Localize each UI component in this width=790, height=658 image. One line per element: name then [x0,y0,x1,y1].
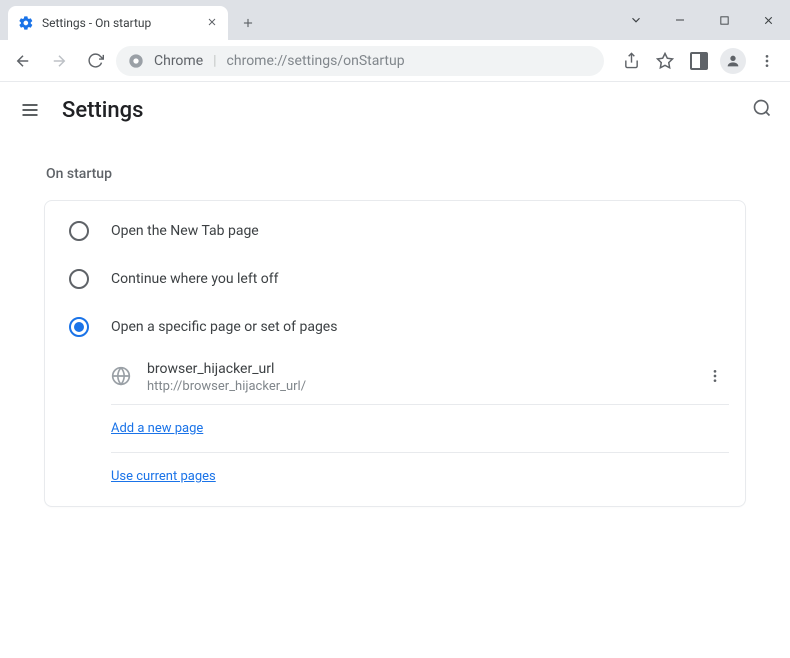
window-minimize-button[interactable] [666,6,694,34]
chrome-icon [128,53,144,69]
tab-close-icon[interactable] [206,16,218,31]
avatar-icon [720,48,746,74]
add-page-link[interactable]: Add a new page [111,421,203,436]
window-titlebar: Settings - On startup [0,0,790,40]
reload-button[interactable] [80,46,110,76]
omnibox-scheme: Chrome [154,53,203,69]
bookmark-button[interactable] [650,46,680,76]
radio-icon [69,269,89,289]
pages-subsection: browser_hijacker_url http://browser_hija… [111,351,729,500]
startup-card: Open the New Tab page Continue where you… [44,200,746,507]
radio-dot [74,322,84,332]
forward-button[interactable] [44,46,74,76]
search-settings-button[interactable] [752,98,772,122]
gear-icon [18,15,34,31]
tab-title: Settings - On startup [42,16,198,30]
page-name: browser_hijacker_url [147,361,685,377]
window-maximize-button[interactable] [710,6,738,34]
radio-icon-selected [69,317,89,337]
browser-tab[interactable]: Settings - On startup [8,6,228,40]
side-panel-button[interactable] [684,46,714,76]
option-continue[interactable]: Continue where you left off [45,255,745,303]
option-specific-pages[interactable]: Open a specific page or set of pages [45,303,745,351]
use-current-row: Use current pages [111,453,729,500]
omnibox-separator: | [213,53,216,69]
address-bar[interactable]: Chrome | chrome://settings/onStartup [116,46,604,76]
omnibox-url: chrome://settings/onStartup [227,53,405,69]
option-new-tab[interactable]: Open the New Tab page [45,207,745,255]
browser-toolbar: Chrome | chrome://settings/onStartup [0,40,790,82]
side-panel-icon [690,52,708,70]
settings-header: Settings [0,82,790,138]
hamburger-menu-button[interactable] [18,98,42,122]
back-button[interactable] [8,46,38,76]
startup-page-row: browser_hijacker_url http://browser_hija… [111,351,729,405]
profile-button[interactable] [718,46,748,76]
option-label: Open a specific page or set of pages [111,319,337,335]
kebab-menu-button[interactable] [752,46,782,76]
content-area: On startup Open the New Tab page Continu… [0,138,790,523]
use-current-link[interactable]: Use current pages [111,469,216,484]
globe-icon [111,366,131,390]
window-search-tabs-icon[interactable] [622,6,650,34]
option-label: Continue where you left off [111,271,279,287]
radio-icon [69,221,89,241]
add-page-row: Add a new page [111,405,729,453]
page-url: http://browser_hijacker_url/ [147,379,685,394]
option-label: Open the New Tab page [111,223,259,239]
section-title: On startup [46,166,746,182]
share-button[interactable] [616,46,646,76]
page-title: Settings [62,98,143,123]
page-more-button[interactable] [701,368,729,388]
window-close-button[interactable] [754,6,782,34]
new-tab-button[interactable] [234,9,262,37]
